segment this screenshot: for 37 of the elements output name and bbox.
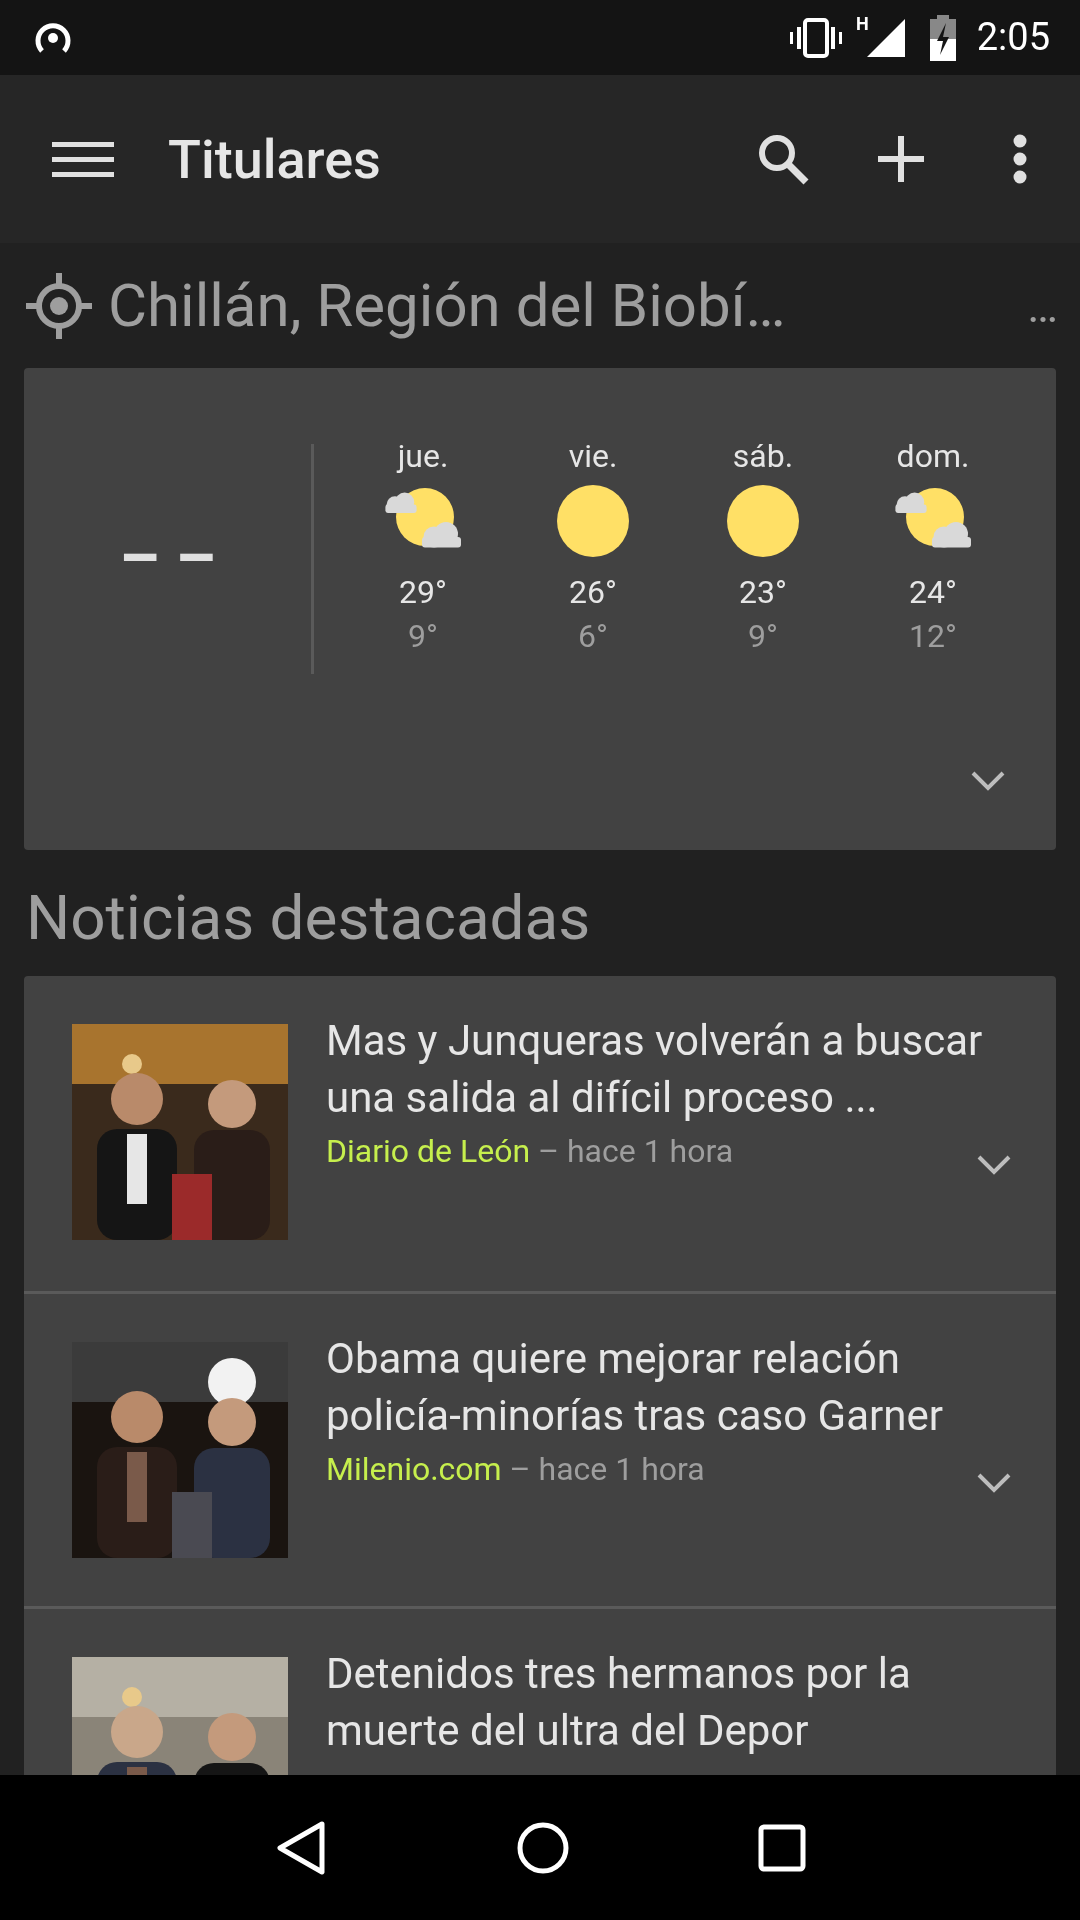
location-target-icon[interactable] <box>26 272 92 339</box>
forecast-low: 12° <box>909 616 957 657</box>
headline[interactable]: Mas y Junqueras volverán a buscar una salida al difícil proceso ... <box>326 1012 1012 1126</box>
chevron-icon[interactable] <box>970 770 1006 792</box>
forecast-day: dom. <box>896 436 970 476</box>
headline[interactable]: Obama quiere mejorar relación policía-minorías tras caso Garner <box>326 1330 1012 1444</box>
section-title: Noticias destacadas <box>26 879 591 956</box>
status-time: 2:05 <box>976 14 1050 61</box>
headline[interactable]: Detenidos tres hermanos por la muerte del ultra del Depor <box>326 1645 1012 1759</box>
forecast-high: 29° <box>399 572 447 613</box>
chevron-icon[interactable] <box>976 1154 1012 1176</box>
chevron-icon[interactable] <box>976 1472 1012 1494</box>
app-title: Titulares <box>168 126 381 193</box>
current-temperature: – – <box>119 520 216 598</box>
search-icon[interactable] <box>756 132 810 186</box>
location-more[interactable]: … <box>1027 282 1058 329</box>
forecast-high: 23° <box>739 572 787 613</box>
more-options-icon[interactable] <box>1012 134 1028 184</box>
forecast-day: sáb. <box>732 436 794 476</box>
forecast-high: 24° <box>909 572 957 613</box>
forecast-low: 9° <box>408 616 438 657</box>
forecast-day: vie. <box>568 436 618 476</box>
forecast-day: jue. <box>397 436 449 476</box>
add-icon[interactable] <box>878 136 924 182</box>
home-icon[interactable] <box>516 1820 570 1875</box>
back-icon[interactable] <box>274 1819 328 1876</box>
news-source-time: Diario de León – hace 1 hora <box>326 1131 734 1172</box>
forecast-low: 6° <box>578 616 608 657</box>
recents-icon[interactable] <box>758 1823 806 1872</box>
menu-icon[interactable] <box>52 140 114 178</box>
network-type: H <box>856 12 869 36</box>
battery-charging-icon <box>928 14 957 61</box>
news-source-time: Milenio.com – hace 1 hora <box>326 1449 705 1490</box>
forecast-low: 9° <box>748 616 778 657</box>
forecast-high: 26° <box>569 572 617 613</box>
location-name: Chillán, Región del Biobí… <box>108 268 786 343</box>
vibrate-icon <box>788 17 844 58</box>
